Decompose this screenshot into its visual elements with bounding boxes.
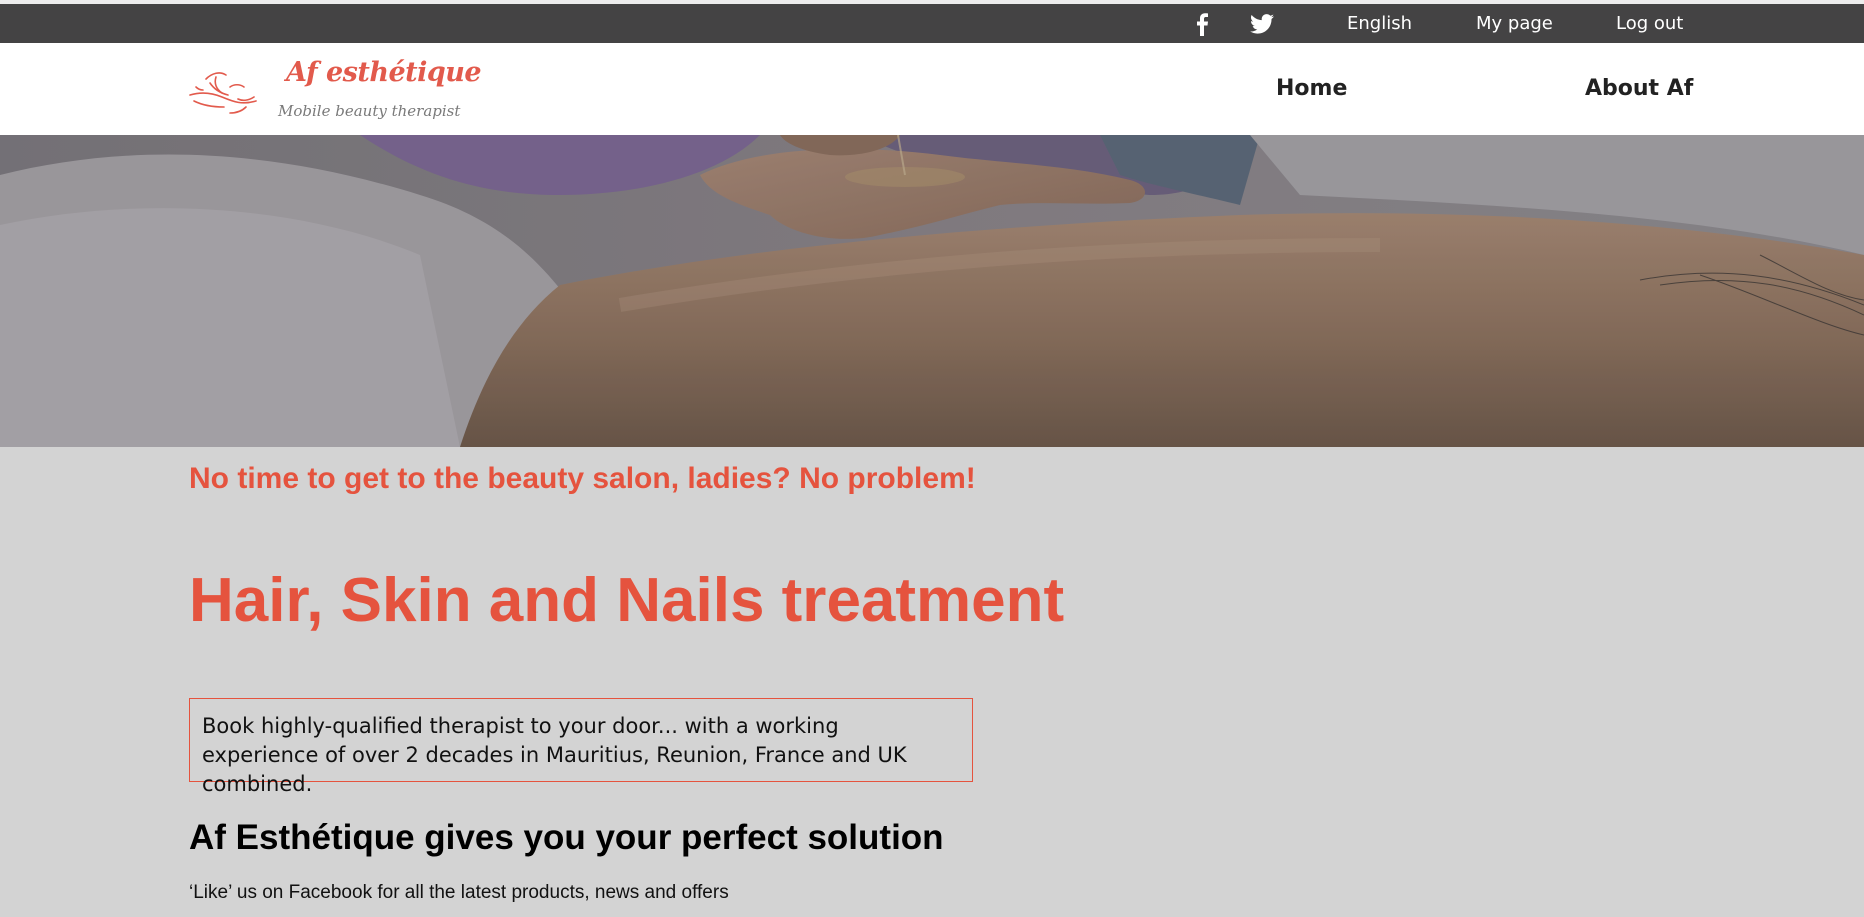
subheading: No time to get to the beauty salon, ladi… bbox=[189, 462, 976, 495]
hero-image bbox=[0, 135, 1864, 447]
log-out-link[interactable]: Log out bbox=[1616, 4, 1683, 43]
nav-about[interactable]: About Af bbox=[1585, 43, 1693, 135]
site-header: Af esthétique Mobile beauty therapist Ho… bbox=[0, 43, 1864, 135]
facebook-like-text: ‘Like’ us on Facebook for all the latest… bbox=[189, 882, 729, 903]
info-box: Book highly-qualified therapist to your … bbox=[189, 698, 973, 796]
my-page-link[interactable]: My page bbox=[1476, 4, 1553, 43]
massage-oil-back-photo bbox=[0, 135, 1864, 447]
logo-tagline: Mobile beauty therapist bbox=[278, 102, 461, 120]
facebook-icon[interactable] bbox=[1190, 4, 1214, 43]
language-link[interactable]: English bbox=[1347, 4, 1412, 43]
logo-brand-text: Af esthétique bbox=[286, 57, 482, 88]
site-logo[interactable]: Af esthétique Mobile beauty therapist bbox=[186, 57, 482, 127]
main-content: No time to get to the beauty salon, ladi… bbox=[0, 447, 1864, 917]
page-title: Hair, Skin and Nails treatment bbox=[189, 566, 1065, 635]
nav-home[interactable]: Home bbox=[1276, 43, 1347, 135]
section-title: Af Esthétique gives you your perfect sol… bbox=[189, 818, 944, 857]
twitter-icon[interactable] bbox=[1248, 4, 1276, 43]
top-bar: English My page Log out bbox=[0, 4, 1864, 43]
logo-face-icon bbox=[189, 72, 257, 114]
